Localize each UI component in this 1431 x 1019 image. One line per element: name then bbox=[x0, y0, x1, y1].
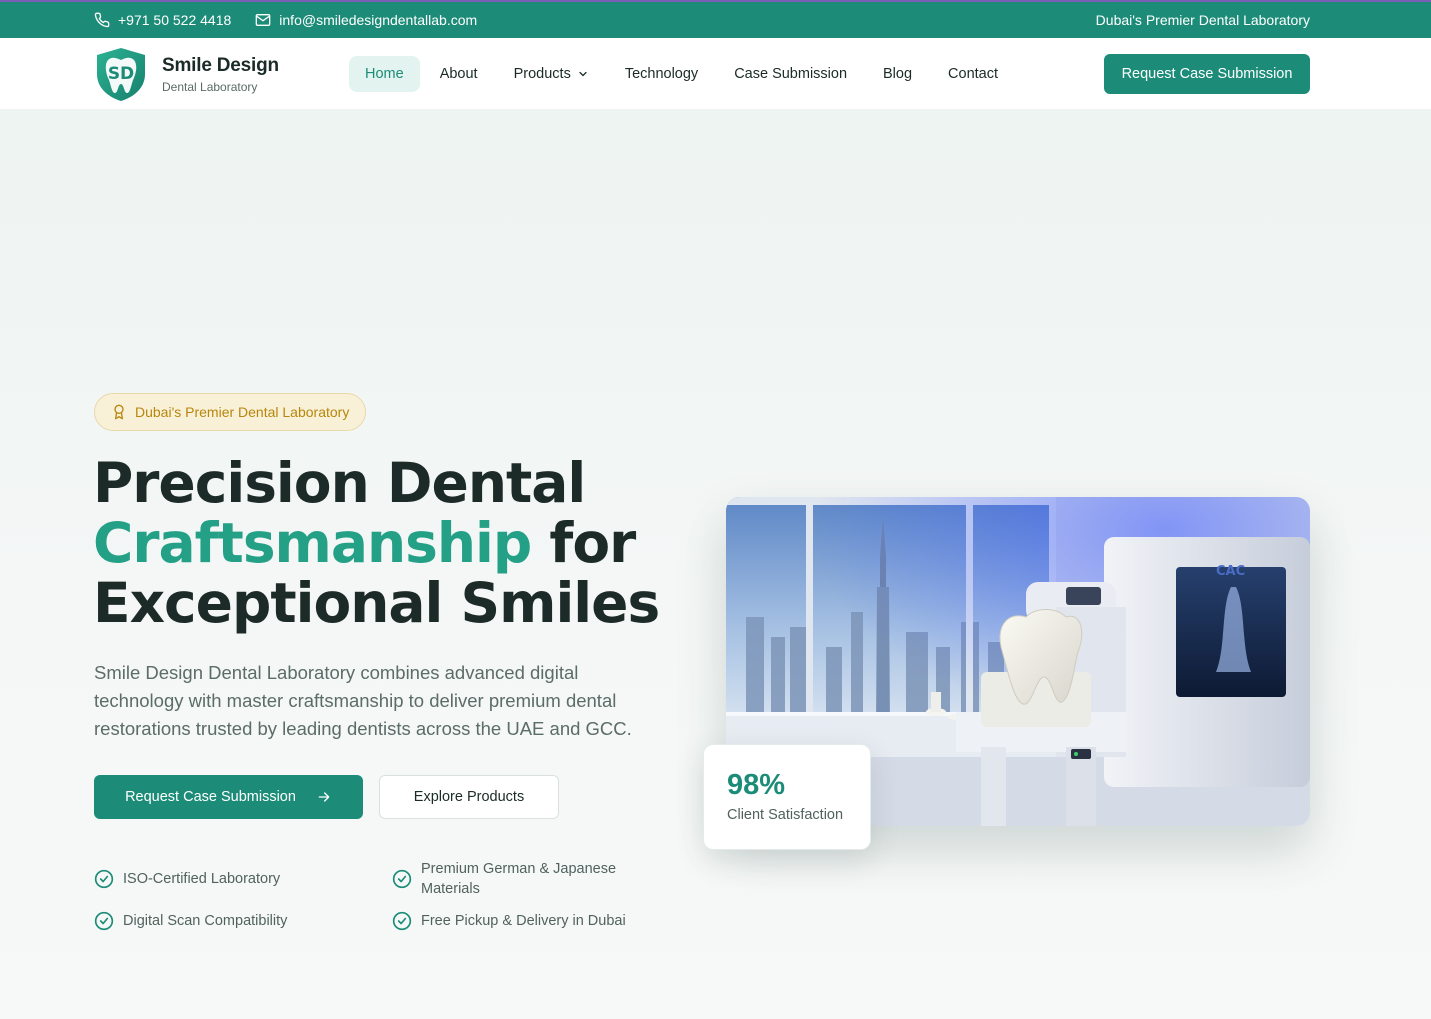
contact-info: +971 50 522 4418 info@smiledesigndentall… bbox=[94, 2, 477, 38]
nav-item-about[interactable]: About bbox=[424, 56, 494, 92]
check-circle-icon bbox=[392, 911, 412, 931]
arrow-right-icon bbox=[318, 792, 330, 802]
headline-line-3: Exceptional Smiles bbox=[93, 571, 660, 635]
button-label: Request Case Submission bbox=[125, 789, 296, 805]
feature-text: Premium German & Japanese Materials bbox=[421, 861, 617, 897]
top-bar: +971 50 522 4418 info@smiledesigndentall… bbox=[0, 0, 1431, 38]
nav-item-label: About bbox=[439, 66, 478, 82]
nav-item-label: Contact bbox=[948, 66, 999, 82]
stat-label: Client Satisfaction bbox=[727, 807, 844, 823]
nav-item-contact[interactable]: Contact bbox=[932, 56, 1014, 92]
headline-accent: Craftsmanship bbox=[93, 511, 532, 575]
feature-text: Free Pickup & Delivery in Dubai bbox=[421, 913, 626, 929]
email-address: info@smiledesigndentallab.com bbox=[279, 12, 478, 28]
mail-icon bbox=[255, 14, 271, 26]
hero-badge: Dubai's Premier Dental Laboratory bbox=[94, 393, 367, 431]
feature-item: ISO-Certified Laboratory bbox=[94, 869, 280, 889]
nav-item-case-submission[interactable]: Case Submission bbox=[718, 56, 863, 92]
stat-value: 98% bbox=[727, 769, 786, 801]
nav-item-home[interactable]: Home bbox=[349, 56, 420, 92]
feature-text: ISO-Certified Laboratory bbox=[123, 871, 281, 887]
phone-number: +971 50 522 4418 bbox=[118, 12, 232, 28]
hero-description: Smile Design Dental Laboratory combines … bbox=[94, 662, 632, 739]
headline-line-1: Precision Dental bbox=[93, 451, 586, 515]
chevron-down-icon bbox=[579, 71, 587, 77]
hero-request-case-button[interactable]: Request Case Submission bbox=[94, 775, 363, 819]
feature-text: Digital Scan Compatibility bbox=[123, 913, 288, 929]
award-icon bbox=[114, 404, 124, 420]
main-navigation: SD Smile Design Dental Laboratory Home A… bbox=[0, 38, 1431, 110]
hero-headline: Precision Dental Craftsmanship for Excep… bbox=[93, 453, 713, 633]
nav-item-label: Products bbox=[513, 66, 571, 82]
nav-item-label: Blog bbox=[883, 66, 913, 82]
nav-menu: Home About Products Technology Case Subm… bbox=[349, 56, 1018, 92]
phone-link[interactable]: +971 50 522 4418 bbox=[94, 12, 231, 28]
phone-icon bbox=[94, 12, 110, 28]
brand-name: Smile Design bbox=[162, 54, 279, 76]
nav-item-label: Technology bbox=[624, 66, 699, 82]
logo-monogram: SD bbox=[108, 64, 134, 84]
check-circle-icon bbox=[94, 869, 114, 889]
topbar-tagline: Dubai's Premier Dental Laboratory bbox=[1095, 12, 1310, 28]
headline-line-2-rest: for bbox=[531, 511, 636, 575]
feature-item: Free Pickup & Delivery in Dubai bbox=[392, 911, 626, 931]
brand-subtitle: Dental Laboratory bbox=[162, 79, 258, 94]
badge-text: Dubai's Premier Dental Laboratory bbox=[135, 404, 350, 420]
check-circle-icon bbox=[94, 911, 114, 931]
brand-logo[interactable]: SD Smile Design Dental Laboratory bbox=[94, 46, 279, 102]
satisfaction-stat-card: 98% Client Satisfaction bbox=[703, 744, 871, 850]
machine-label: CAC bbox=[1216, 564, 1245, 579]
hero-section: Dubai's Premier Dental Laboratory Precis… bbox=[0, 110, 1431, 1019]
email-link[interactable]: info@smiledesigndentallab.com bbox=[255, 12, 477, 28]
nav-item-blog[interactable]: Blog bbox=[867, 56, 928, 92]
nav-item-technology[interactable]: Technology bbox=[609, 56, 714, 92]
nav-item-label: Home bbox=[365, 66, 404, 82]
nav-item-products[interactable]: Products bbox=[498, 56, 605, 92]
explore-products-button[interactable]: Explore Products bbox=[379, 775, 559, 819]
brand-text: Smile Design Dental Laboratory bbox=[162, 55, 279, 94]
request-case-button[interactable]: Request Case Submission bbox=[1104, 54, 1310, 94]
check-circle-icon bbox=[392, 869, 412, 889]
feature-item: Digital Scan Compatibility bbox=[94, 911, 287, 931]
feature-item: Premium German & Japanese Materials bbox=[392, 859, 642, 899]
nav-item-label: Case Submission bbox=[734, 66, 848, 82]
tooth-shield-logo-icon: SD bbox=[97, 48, 145, 101]
